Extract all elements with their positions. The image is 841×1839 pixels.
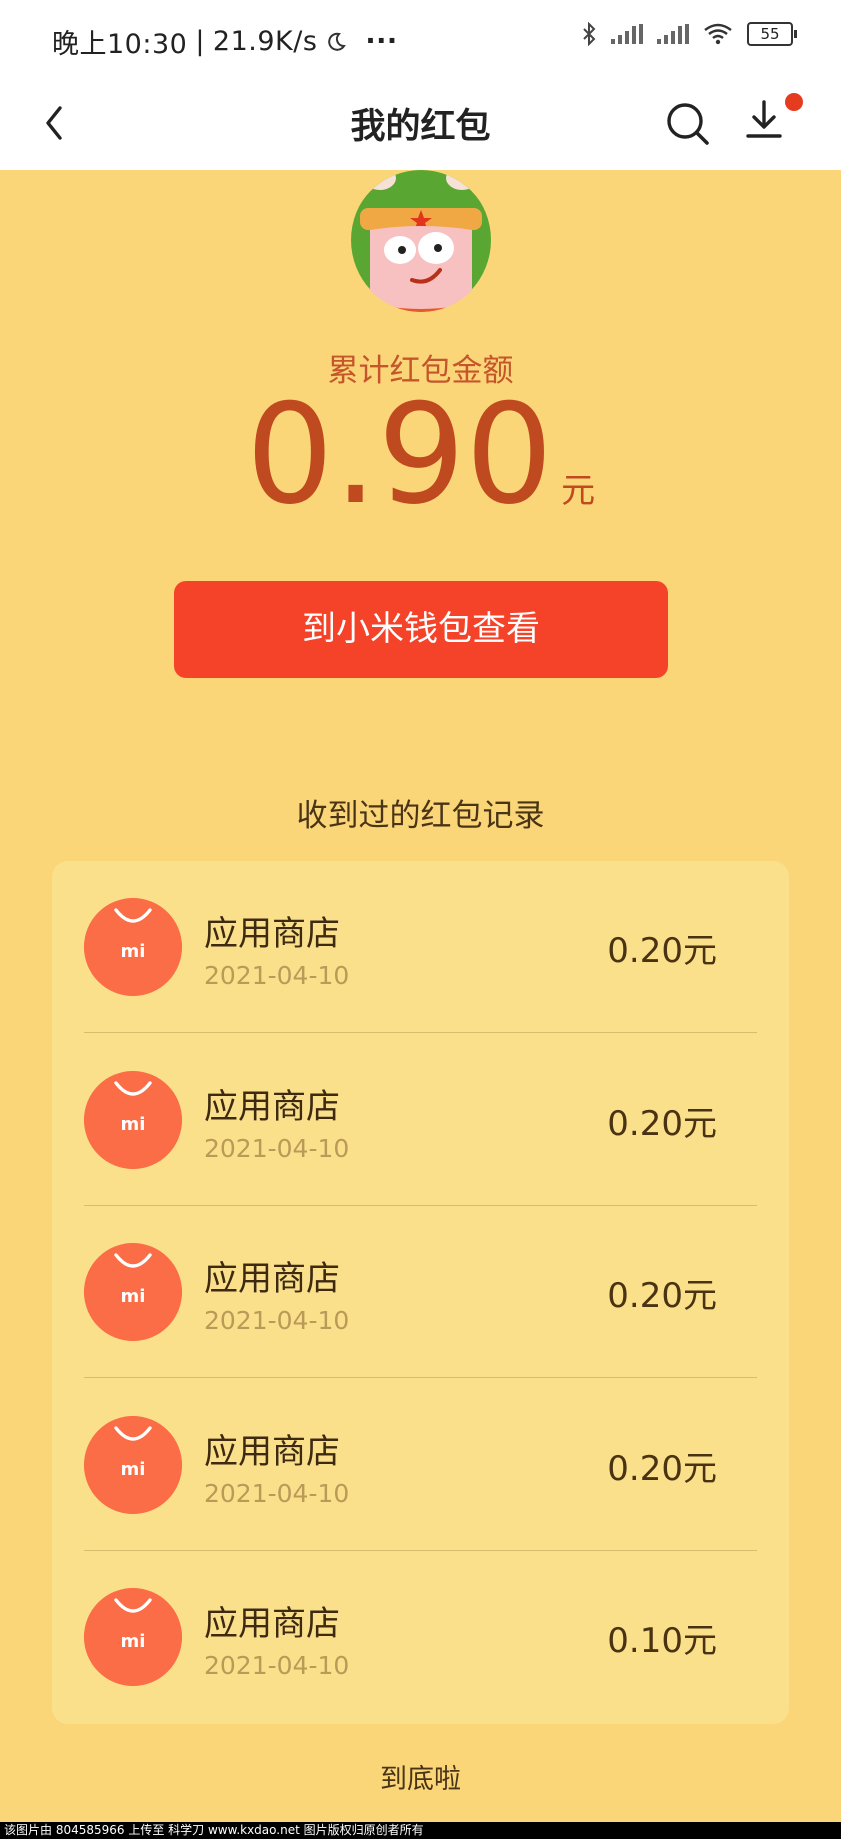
record-amount: 0.20元	[607, 1448, 717, 1489]
record-date: 2021-04-10	[204, 1478, 350, 1508]
app-store-logo-icon: mi	[84, 1243, 182, 1342]
list-item[interactable]: mi 应用商店 2021-04-10 0.20元	[52, 1379, 789, 1551]
logo-text: mi	[121, 941, 146, 962]
app-store-logo-icon: mi	[84, 1070, 182, 1169]
bluetooth-icon	[583, 22, 596, 46]
status-bar: 晚上10:30 | 21.9K/s ··· 55	[0, 0, 841, 78]
end-of-list-text: 到底啦	[380, 1764, 461, 1795]
record-amount: 0.20元	[607, 931, 717, 971]
source-name: 应用商店	[204, 914, 340, 954]
records-list: mi 应用商店 2021-04-10 0.20元 mi 应用商店 2021-04-10 0.2…	[52, 861, 789, 1724]
list-item[interactable]: mi 应用商店 2021-04-10 0.20元	[52, 1034, 789, 1206]
list-item[interactable]: mi 应用商店 2021-04-10 0.20元	[52, 1206, 789, 1379]
source-name: 应用商店	[204, 1604, 340, 1645]
moon-icon	[328, 32, 347, 51]
record-date: 2021-04-10	[204, 961, 350, 990]
view-in-wallet-button[interactable]: 到小米钱包查看	[174, 581, 668, 678]
total-amount-unit: 元	[561, 471, 596, 511]
total-amount-value: 0.90	[245, 374, 554, 535]
source-name: 应用商店	[204, 1431, 340, 1472]
record-amount: 0.10元	[607, 1621, 717, 1662]
search-button[interactable]	[660, 96, 716, 152]
status-icons: 55	[581, 22, 797, 46]
records-title: 收到过的红包记录	[296, 798, 545, 834]
signal-icon	[611, 24, 643, 44]
watermark-text: 该图片由 804585966 上传至 科学刀 www.kxdao.net 图片版…	[0, 1822, 841, 1839]
app-store-logo-icon: mi	[84, 1415, 182, 1514]
total-amount: 0.90 元	[0, 380, 841, 530]
status-left: 晚上10:30 | 21.9K/s ···	[52, 22, 398, 61]
wifi-icon	[704, 23, 732, 45]
source-name: 应用商店	[204, 1086, 340, 1127]
more-indicator: ···	[365, 26, 398, 57]
list-item[interactable]: mi 应用商店 2021-04-10 0.20元	[52, 861, 789, 1033]
record-amount: 0.20元	[607, 1103, 717, 1144]
record-date: 2021-04-10	[204, 1651, 350, 1681]
battery-icon: 55	[747, 22, 797, 46]
logo-text: mi	[121, 1459, 146, 1480]
battery-level: 55	[760, 25, 780, 43]
status-separator: |	[195, 26, 205, 57]
record-date: 2021-04-10	[204, 1133, 350, 1163]
logo-text: mi	[121, 1631, 146, 1652]
source-name: 应用商店	[204, 1259, 340, 1300]
mascot-avatar	[350, 170, 492, 312]
app-store-logo-icon: mi	[84, 1588, 182, 1687]
network-speed: 21.9K/s	[212, 26, 318, 57]
list-item[interactable]: mi 应用商店 2021-04-10 0.10元	[52, 1551, 789, 1723]
app-store-logo-icon: mi	[84, 898, 182, 996]
record-amount: 0.20元	[607, 1276, 717, 1317]
logo-text: mi	[121, 1114, 146, 1135]
signal-icon	[657, 24, 689, 44]
navigation-bar: 我的红包	[0, 78, 841, 170]
status-time: 晚上10:30	[52, 29, 188, 60]
logo-text: mi	[121, 1286, 146, 1307]
record-date: 2021-04-10	[204, 1306, 350, 1336]
notification-badge	[785, 93, 803, 111]
